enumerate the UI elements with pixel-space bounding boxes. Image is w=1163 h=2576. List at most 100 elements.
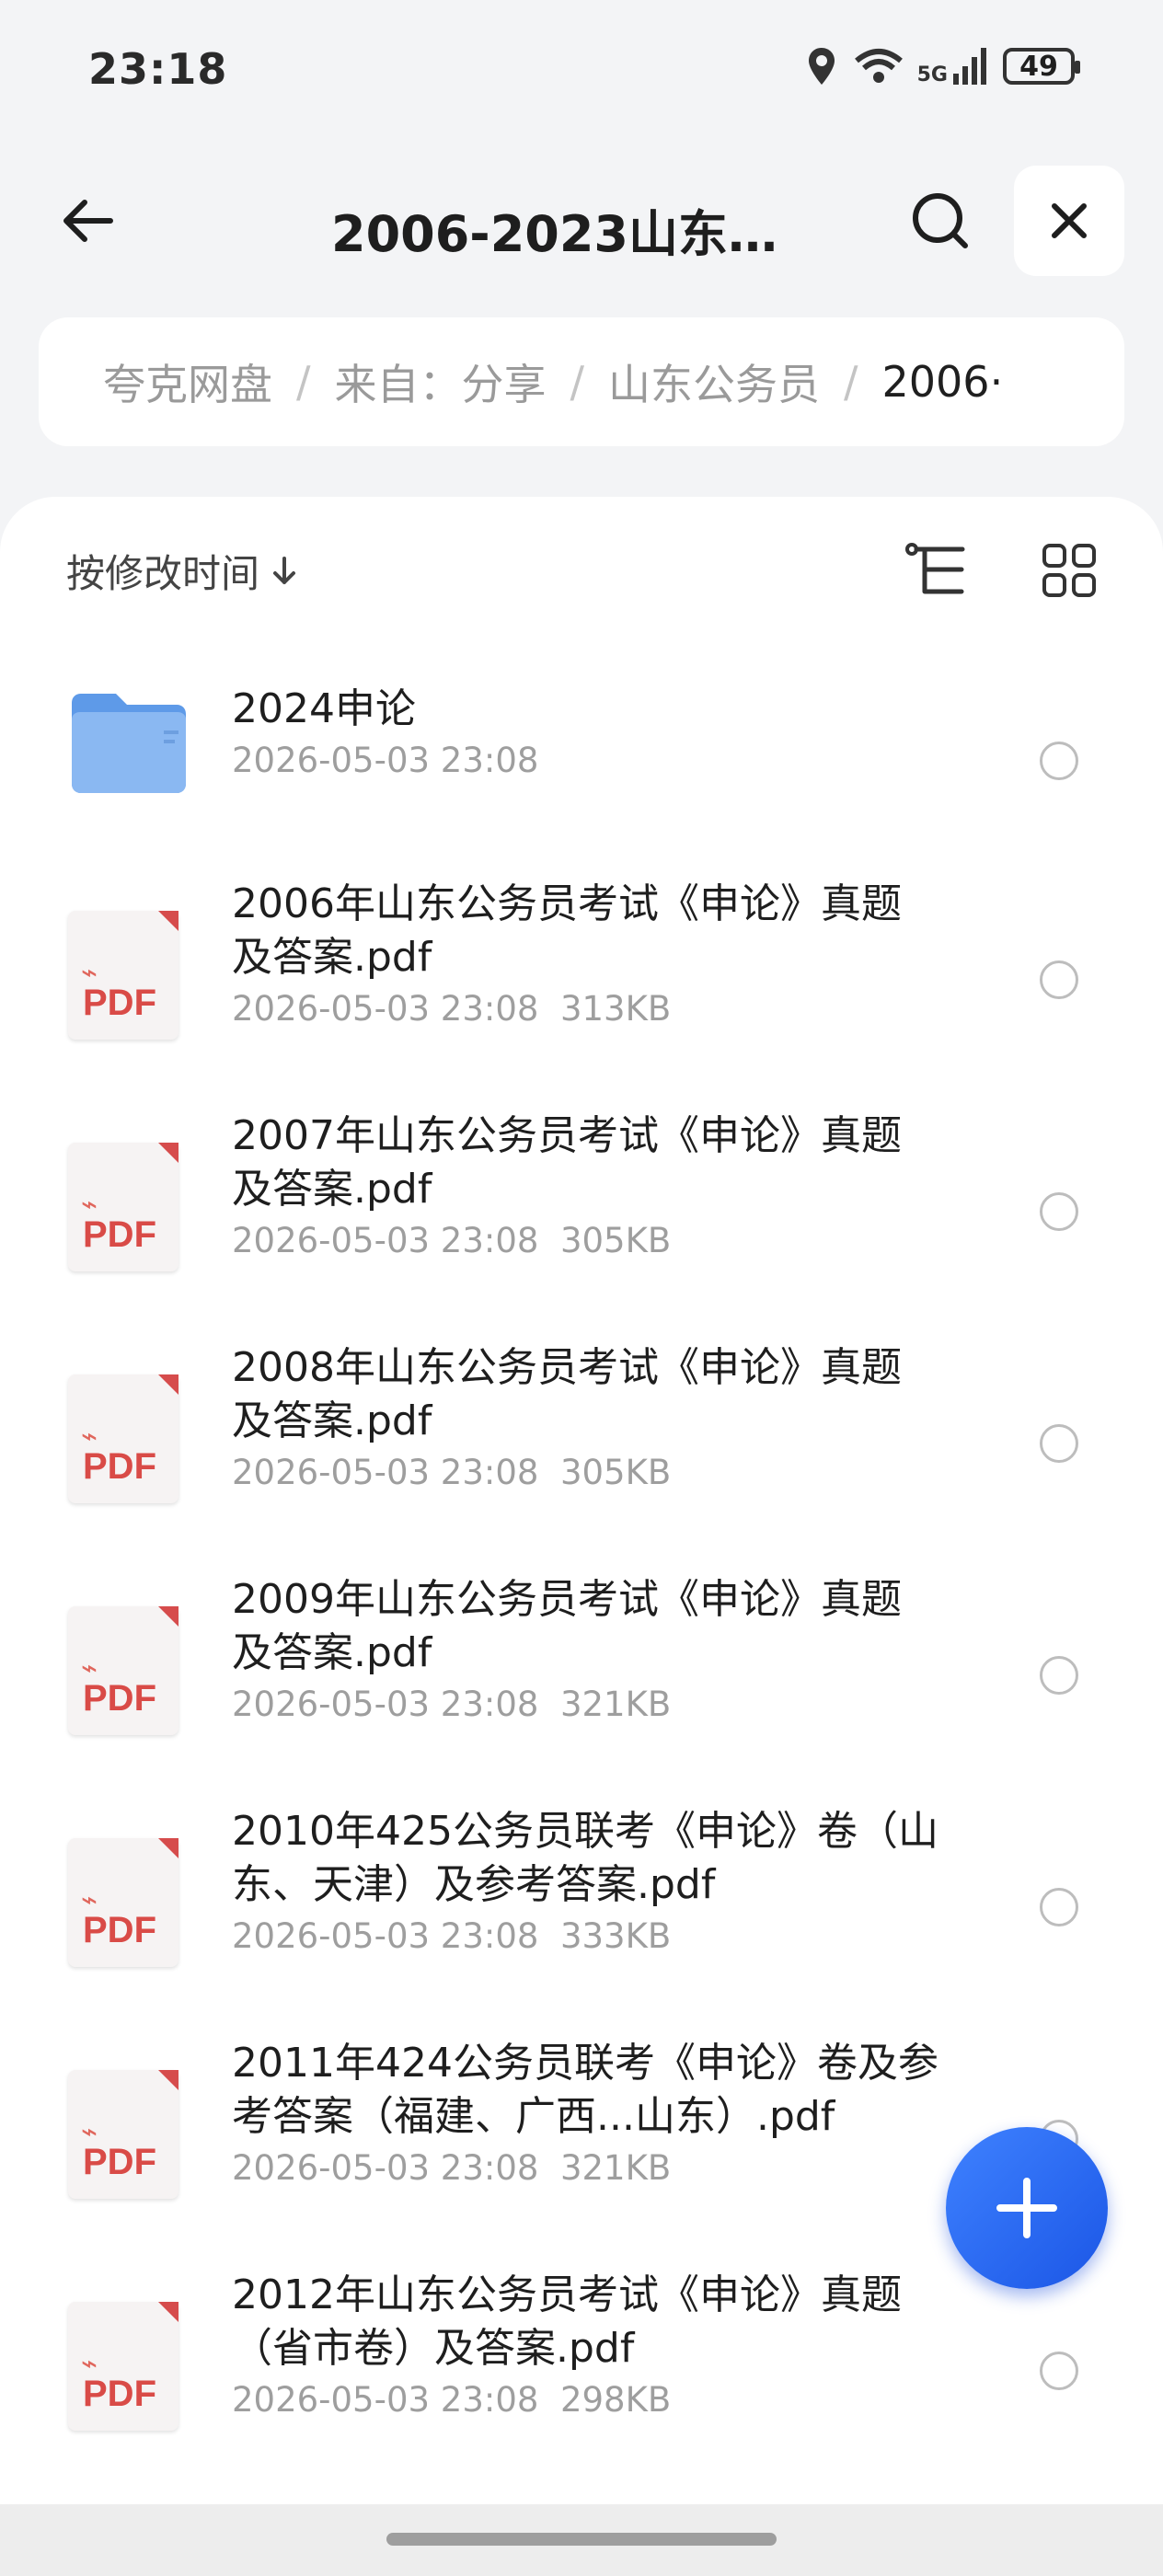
close-button[interactable] xyxy=(1014,166,1124,276)
file-name: 2012年山东公务员考试《申论》真题（省市卷）及答案.pdf xyxy=(232,2271,902,2372)
grid-view-icon xyxy=(1042,544,1096,597)
file-text: 2009年山东公务员考试《申论》真题及答案.pdf 2026-05-03 23:… xyxy=(232,1573,940,1728)
sort-button[interactable]: 按修改时间 xyxy=(66,543,298,599)
pdf-file-icon: ⌁ PDF xyxy=(68,2302,190,2431)
wifi-icon xyxy=(854,49,903,83)
network-type: 5G xyxy=(916,63,948,86)
page-title: 2006-2023山东申… xyxy=(331,205,810,263)
pdf-label: PDF xyxy=(83,2142,156,2182)
arrow-down-icon xyxy=(273,556,296,584)
file-text: 2006年山东公务员考试《申论》真题及答案.pdf 2026-05-03 23:… xyxy=(232,878,940,1032)
location-icon xyxy=(808,48,835,85)
add-button[interactable] xyxy=(946,2127,1108,2289)
folder-icon xyxy=(68,690,190,797)
file-name: 2024申论 xyxy=(232,685,416,732)
file-meta: 2026-05-03 23:08 305KB xyxy=(232,1218,940,1264)
file-date: 2026-05-03 23:08 xyxy=(232,1685,539,1724)
breadcrumb-separator: / xyxy=(570,357,585,407)
pdf-label: PDF xyxy=(83,1910,156,1950)
list-item[interactable]: 2024申论 2026-05-03 23:08 xyxy=(0,644,1163,876)
pdf-file-icon: ⌁ PDF xyxy=(68,1606,190,1735)
list-item[interactable]: ⌁ PDF 2008年山东公务员考试《申论》真题及答案.pdf 2026-05-0… xyxy=(0,1340,1163,1571)
file-size: 298KB xyxy=(559,2380,672,2420)
file-date: 2026-05-03 23:08 xyxy=(232,1916,539,1956)
close-icon xyxy=(1052,203,1087,238)
file-size: 305KB xyxy=(559,1221,672,1260)
breadcrumb-separator: / xyxy=(844,357,858,407)
file-size: 313KB xyxy=(559,989,672,1029)
pdf-file-icon: ⌁ PDF xyxy=(68,1374,190,1503)
breadcrumb-item-folder[interactable]: 山东公务员 xyxy=(608,351,820,412)
list-item[interactable]: ⌁ PDF 2010年425公务员联考《申论》卷（山东、天津）及参考答案.pdf … xyxy=(0,1803,1163,2035)
file-name: 2006年山东公务员考试《申论》真题及答案.pdf xyxy=(232,880,902,981)
back-button[interactable] xyxy=(52,184,125,258)
search-button[interactable] xyxy=(902,182,979,259)
file-name: 2010年425公务员联考《申论》卷（山东、天津）及参考答案.pdf xyxy=(232,1808,938,1908)
plus-icon xyxy=(996,2178,1057,2238)
file-size: 305KB xyxy=(559,1453,672,1492)
file-date: 2026-05-03 23:08 xyxy=(232,2380,539,2420)
top-bar: 2006-2023山东申… xyxy=(0,156,1163,285)
file-meta: 2026-05-03 23:08 333KB xyxy=(232,1914,940,1960)
file-size: 321KB xyxy=(559,1685,672,1724)
breadcrumb-item-share[interactable]: 来自：分享 xyxy=(335,351,547,412)
file-meta: 2026-05-03 23:08 xyxy=(232,738,940,784)
list-item[interactable]: ⌁ PDF 2012年山东公务员考试《申论》真题（省市卷）及答案.pdf 2026… xyxy=(0,2267,1163,2499)
file-text: 2008年山东公务员考试《申论》真题及答案.pdf 2026-05-03 23:… xyxy=(232,1341,940,1496)
select-radio[interactable] xyxy=(1040,2352,1078,2390)
file-meta: 2026-05-03 23:08 313KB xyxy=(232,986,940,1032)
file-meta: 2026-05-03 23:08 305KB xyxy=(232,1450,940,1496)
pdf-label: PDF xyxy=(83,983,156,1023)
pdf-label: PDF xyxy=(83,1678,156,1719)
file-size: 321KB xyxy=(559,2148,672,2188)
tree-view-icon xyxy=(905,543,965,594)
network-signal: 5G xyxy=(917,46,990,86)
file-text: 2011年424公务员联考《申论》卷及参考答案（福建、广西...山东）.pdf … xyxy=(232,2037,940,2191)
file-text: 2012年山东公务员考试《申论》真题（省市卷）及答案.pdf 2026-05-0… xyxy=(232,2269,940,2423)
breadcrumb-separator: / xyxy=(296,357,311,407)
file-text: 2010年425公务员联考《申论》卷（山东、天津）及参考答案.pdf 2026-… xyxy=(232,1805,940,1960)
home-indicator[interactable] xyxy=(386,2533,777,2546)
pdf-file-icon: ⌁ PDF xyxy=(68,2070,190,2199)
pdf-file-icon: ⌁ PDF xyxy=(68,1143,190,1271)
list-item[interactable]: ⌁ PDF 2006年山东公务员考试《申论》真题及答案.pdf 2026-05-0… xyxy=(0,876,1163,1108)
select-radio[interactable] xyxy=(1040,960,1078,999)
file-date: 2026-05-03 23:08 xyxy=(232,1453,539,1492)
file-text: 2024申论 2026-05-03 23:08 xyxy=(232,683,940,784)
search-icon xyxy=(913,193,968,248)
battery-level: 49 xyxy=(1019,50,1058,83)
file-meta: 2026-05-03 23:08 321KB xyxy=(232,1682,940,1728)
select-radio[interactable] xyxy=(1040,1656,1078,1695)
tree-view-button[interactable] xyxy=(902,535,972,605)
select-radio[interactable] xyxy=(1040,1424,1078,1463)
status-bar: 23:18 5G 49 xyxy=(0,0,1163,138)
pdf-label: PDF xyxy=(83,1214,156,1255)
list-item[interactable]: ⌁ PDF 2009年山东公务员考试《申论》真题及答案.pdf 2026-05-0… xyxy=(0,1571,1163,1803)
list-item[interactable]: ⌁ PDF 2007年山东公务员考试《申论》真题及答案.pdf 2026-05-0… xyxy=(0,1108,1163,1340)
select-radio[interactable] xyxy=(1040,742,1078,780)
grid-view-button[interactable] xyxy=(1034,535,1104,605)
file-size: 333KB xyxy=(559,1916,672,1956)
breadcrumb-item-root[interactable]: 夸克网盘 xyxy=(103,351,272,412)
file-date: 2026-05-03 23:08 xyxy=(232,2148,539,2188)
arrow-left-icon xyxy=(63,200,113,242)
pdf-file-icon: ⌁ PDF xyxy=(68,1838,190,1967)
status-time: 23:18 xyxy=(88,44,228,94)
file-date: 2026-05-03 23:08 xyxy=(232,1221,539,1260)
sort-label: 按修改时间 xyxy=(66,551,260,596)
file-name: 2009年山东公务员考试《申论》真题及答案.pdf xyxy=(232,1576,902,1676)
select-radio[interactable] xyxy=(1040,1192,1078,1231)
file-meta: 2026-05-03 23:08 298KB xyxy=(232,2377,940,2423)
file-text: 2007年山东公务员考试《申论》真题及答案.pdf 2026-05-03 23:… xyxy=(232,1110,940,1264)
file-date: 2026-05-03 23:08 xyxy=(232,989,539,1029)
battery-icon: 49 xyxy=(1003,48,1080,85)
status-icons: 5G 49 xyxy=(803,46,1080,86)
pdf-label: PDF xyxy=(83,2374,156,2414)
pdf-file-icon: ⌁ PDF xyxy=(68,911,190,1040)
pdf-label: PDF xyxy=(83,1446,156,1487)
select-radio[interactable] xyxy=(1040,1888,1078,1926)
file-date: 2026-05-03 23:08 xyxy=(232,741,539,780)
file-meta: 2026-05-03 23:08 321KB xyxy=(232,2145,940,2191)
breadcrumb: 夸克网盘 / 来自：分享 / 山东公务员 / 2006· xyxy=(39,317,1124,446)
file-name: 2008年山东公务员考试《申论》真题及答案.pdf xyxy=(232,1344,902,1444)
